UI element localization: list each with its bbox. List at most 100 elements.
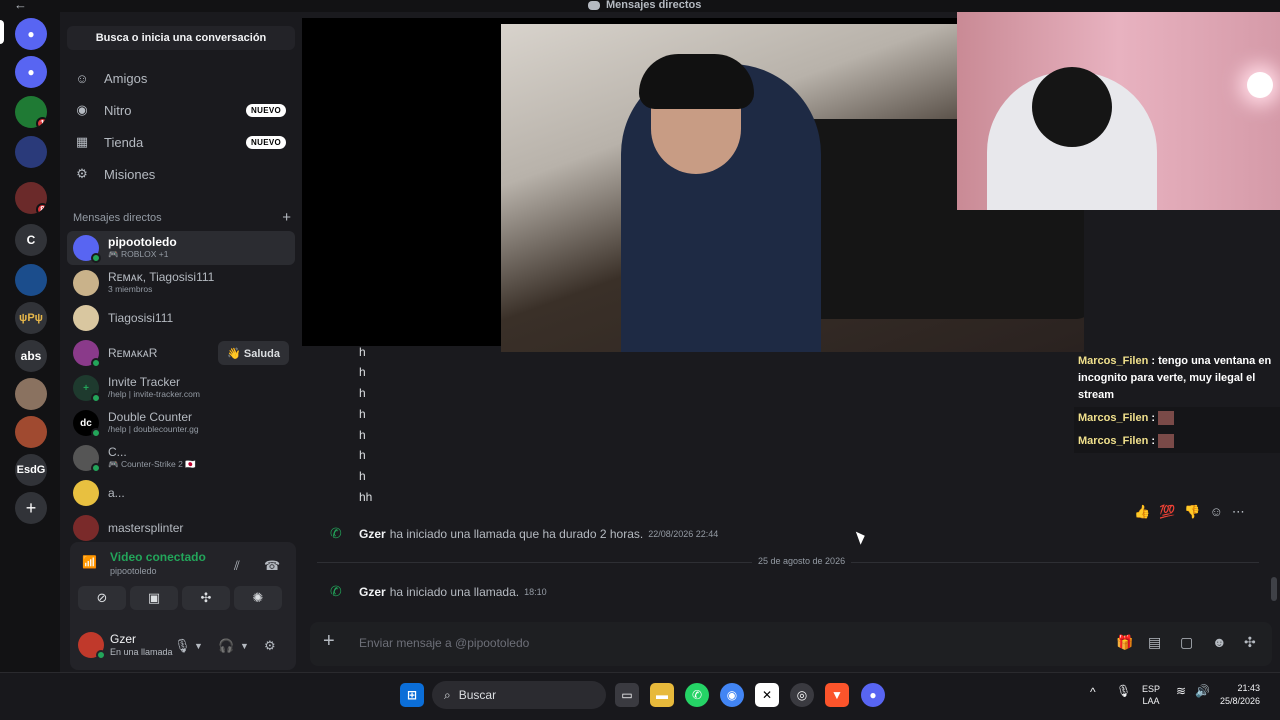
server-rail: ● ● 1 8 C ψPψ abs EsdG + xyxy=(0,12,60,672)
brave-icon[interactable]: ▼ xyxy=(825,683,849,707)
home-button[interactable]: ● xyxy=(15,18,47,50)
noise-suppression-icon[interactable]: ⫽ xyxy=(234,558,240,574)
headphones-icon[interactable]: 🎧 xyxy=(218,638,234,654)
back-arrow-icon[interactable]: ← xyxy=(14,0,27,12)
dm-item-mastersplinter[interactable]: mastersplinter xyxy=(67,511,295,545)
chat-author: Marcos_Filen xyxy=(1078,412,1149,424)
server-2[interactable] xyxy=(15,136,47,168)
video-tile-self[interactable] xyxy=(957,12,1280,210)
nav-shop[interactable]: ▦ Tienda NUEVO xyxy=(68,126,294,158)
chrome-icon[interactable]: ◉ xyxy=(720,683,744,707)
dm-item-invite-tracker[interactable]: + Invite Tracker/help | invite-tracker.c… xyxy=(67,371,295,405)
dm-item-c[interactable]: C... 🎮 Counter-Strike 2 🇯🇵 xyxy=(67,441,295,475)
activities-button[interactable]: ✣ xyxy=(182,586,230,610)
dm-item-a[interactable]: a... xyxy=(67,476,295,510)
selected-pill xyxy=(0,20,4,44)
avatar xyxy=(73,445,101,473)
phone-icon: ✆ xyxy=(330,525,342,541)
settings-gear-icon[interactable]: ⚙ xyxy=(264,638,276,654)
server-psi[interactable]: ψPψ xyxy=(15,302,47,334)
server-3[interactable]: 8 xyxy=(15,182,47,214)
nav-quests[interactable]: ⚙ Misiones xyxy=(68,158,294,190)
clock[interactable]: 21:43 25/8/2026 xyxy=(1220,682,1260,708)
search-icon: ⌕ xyxy=(444,687,451,702)
whatsapp-icon[interactable]: ✆ xyxy=(685,683,709,707)
dm-name: C... xyxy=(108,445,127,459)
thumbs-down-icon[interactable]: 👎 xyxy=(1184,504,1200,520)
search-conversation-button[interactable]: Busca o inicia una conversación xyxy=(67,26,295,50)
language-indicator[interactable]: ESP LAA xyxy=(1142,683,1160,707)
server-6[interactable] xyxy=(15,416,47,448)
chevron-down-icon[interactable]: ▼ xyxy=(240,641,249,651)
avatar: dc xyxy=(73,410,101,438)
add-server-icon[interactable]: + xyxy=(15,492,47,524)
screen-share-button[interactable]: ▣ xyxy=(130,586,178,610)
dm-item-tiagosisi111[interactable]: Tiagosisi111 xyxy=(67,301,295,335)
thumbs-up-icon[interactable]: 👍 xyxy=(1134,504,1150,520)
dm-item-pipootoledo[interactable]: pipootoledo 🎮 ROBLOX +1 xyxy=(67,231,295,265)
message-text: h xyxy=(359,428,366,442)
task-view-icon[interactable]: ▭ xyxy=(615,683,639,707)
server-5[interactable] xyxy=(15,378,47,410)
signal-icon[interactable]: 📶 xyxy=(82,555,97,569)
server-abs[interactable]: abs xyxy=(15,340,47,372)
file-explorer-icon[interactable]: ▬ xyxy=(650,683,674,707)
shop-icon: ▦ xyxy=(75,134,89,149)
mouse-cursor-icon xyxy=(855,529,868,545)
dm-item-remakar[interactable]: RᴇᴍᴀᴋᴀR 👋 Saluda xyxy=(67,336,295,370)
dm-name: Rᴇᴍᴀᴋ, Tiagosisi111 xyxy=(108,270,215,284)
taskbar-search[interactable]: ⌕ Buscar xyxy=(432,681,606,709)
server-4[interactable] xyxy=(15,264,47,296)
disconnect-icon[interactable]: ☎ xyxy=(264,558,280,574)
hundred-icon[interactable]: 💯 xyxy=(1159,504,1175,520)
soundboard-icon: ✺ xyxy=(252,590,264,605)
tray-chevron-up-icon[interactable]: ^ xyxy=(1090,686,1096,698)
call-user[interactable]: Gzer xyxy=(359,585,386,599)
chevron-down-icon[interactable]: ▼ xyxy=(194,641,203,651)
wave-button[interactable]: 👋 Saluda xyxy=(218,341,289,365)
nav-nitro[interactable]: ◉ Nitro NUEVO xyxy=(68,94,294,126)
avatar xyxy=(73,270,99,296)
scrollbar-thumb[interactable] xyxy=(1271,577,1277,601)
server-esdg[interactable]: EsdG xyxy=(15,454,47,486)
dm-sidebar: Busca o inicia una conversación ☺ Amigos… xyxy=(60,12,302,672)
timestamp: 18:10 xyxy=(524,586,547,597)
soundboard-button[interactable]: ✺ xyxy=(234,586,282,610)
dm-activity: 🎮 Counter-Strike 2 🇯🇵 xyxy=(108,459,196,469)
volume-icon[interactable]: 🔊 xyxy=(1195,685,1210,697)
keyboard-layout: LAA xyxy=(1142,696,1160,706)
windows-start-icon[interactable]: ⊞ xyxy=(400,683,424,707)
add-reaction-icon[interactable]: ☺ xyxy=(1210,504,1223,520)
capcut-icon[interactable]: ✕ xyxy=(755,683,779,707)
attach-plus-icon[interactable]: + xyxy=(323,630,335,653)
emoji-icon[interactable]: ☻ xyxy=(1212,634,1227,650)
apps-icon[interactable]: ✣ xyxy=(1244,634,1256,651)
wifi-icon[interactable]: ≋ xyxy=(1176,685,1186,697)
chat-message: Marcos_Filen : xyxy=(1074,407,1280,430)
tray-microphone-icon[interactable]: 🎙 xyxy=(1116,685,1131,697)
dm-item-group[interactable]: Rᴇᴍᴀᴋ, Tiagosisi111 3 miembros xyxy=(67,266,295,300)
create-dm-icon[interactable]: + xyxy=(282,210,291,225)
status-online-icon xyxy=(91,358,101,368)
server-1[interactable]: 1 xyxy=(15,96,47,128)
discord-taskbar-icon[interactable]: ● xyxy=(861,683,885,707)
microphone-icon[interactable]: 🎙 xyxy=(174,638,191,654)
sticker-icon[interactable]: ▢ xyxy=(1180,634,1193,651)
gift-icon[interactable]: 🎁 xyxy=(1116,634,1133,651)
gif-icon[interactable]: ▤ xyxy=(1148,634,1161,651)
voice-channel[interactable]: pipootoledo xyxy=(110,566,157,576)
call-user[interactable]: Gzer xyxy=(359,527,386,541)
more-options-icon[interactable]: ⋯ xyxy=(1232,504,1245,520)
language-code: ESP xyxy=(1142,684,1161,694)
quests-icon: ⚙ xyxy=(76,166,88,181)
video-hair xyxy=(639,54,754,109)
dm-item-double-counter[interactable]: dc Double Counter/help | doublecounter.g… xyxy=(67,406,295,440)
obs-icon[interactable]: ◎ xyxy=(790,683,814,707)
user-avatar[interactable] xyxy=(78,632,106,660)
avatar xyxy=(73,305,99,331)
message-input[interactable]: Enviar mensaje a @pipootoledo xyxy=(359,636,529,650)
server-c[interactable]: C xyxy=(15,224,47,256)
server-0[interactable]: ● xyxy=(15,56,47,88)
nav-friends[interactable]: ☺ Amigos xyxy=(68,62,294,94)
camera-off-button[interactable]: ⊘ xyxy=(78,586,126,610)
